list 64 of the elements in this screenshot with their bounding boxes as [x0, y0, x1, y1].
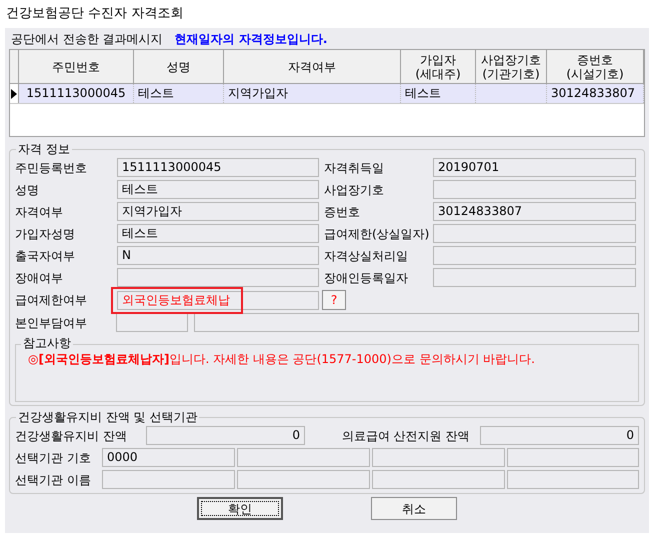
- dialog-button[interactable]: 취소: [371, 497, 457, 520]
- help-button[interactable]: ?: [322, 290, 346, 310]
- result-message: 현재일자의 자격정보입니다.: [174, 31, 328, 48]
- text-field[interactable]: [117, 268, 319, 287]
- window-title: 건강보험공단 수진자 자격조회: [5, 5, 184, 23]
- field-label: 장애인등록일자: [323, 270, 409, 286]
- text-field[interactable]: [237, 448, 370, 467]
- field-label: 본인부담여부: [15, 314, 88, 332]
- text-field[interactable]: [433, 180, 636, 199]
- text-field[interactable]: [372, 470, 505, 489]
- text-field[interactable]: 0000: [102, 448, 235, 467]
- field-label: 의료급여 산전지원 잔액: [340, 428, 471, 444]
- column-header: 성명: [134, 50, 224, 83]
- column-header: 주민번호: [19, 50, 134, 83]
- text-field[interactable]: [116, 313, 188, 332]
- dialog-button[interactable]: 확인: [197, 497, 283, 520]
- text-field[interactable]: 30124833807: [433, 202, 636, 221]
- notes-text: ◎[외국인등보험료체납자]입니다. 자세한 내용은 공단(1577-1000)으로 문의하시기 바랍니다.: [28, 352, 535, 366]
- table-cell: 지역가입자: [228, 86, 288, 100]
- table-cell: 테스트: [405, 86, 441, 100]
- field-label: 급여제한(상실일자): [323, 226, 430, 242]
- field-label: 장애여부: [15, 270, 64, 286]
- field-label: 선택기관 기호: [15, 450, 92, 466]
- field-label: 사업장기호: [323, 182, 385, 198]
- group-title: 참고사항: [21, 335, 73, 351]
- field-label: 건강생활유지비 잔액: [15, 428, 128, 444]
- text-field[interactable]: [507, 448, 639, 467]
- table-cell: 30124833807: [551, 86, 635, 100]
- field-label: 출국자여부: [15, 248, 76, 264]
- text-field[interactable]: [507, 470, 639, 489]
- text-field[interactable]: [102, 470, 235, 489]
- column-header: 자격여부: [224, 50, 401, 83]
- text-field[interactable]: 0: [480, 426, 640, 445]
- group-title: 건강생활유지비 잔액 및 선택기관: [16, 409, 200, 425]
- table-cell: 테스트: [138, 86, 174, 100]
- text-field[interactable]: [237, 470, 370, 489]
- text-field[interactable]: [372, 448, 505, 467]
- field-label: 자격여부: [15, 204, 64, 220]
- field-label: 자격상실처리일: [323, 248, 409, 264]
- column-header: 가입자 (세대주): [401, 50, 476, 83]
- field-label: 성명: [15, 182, 40, 198]
- column-header: 사업장기호 (기관기호): [476, 50, 547, 83]
- text-field[interactable]: 1511113000045: [117, 158, 319, 177]
- text-field[interactable]: 20190701: [433, 158, 636, 177]
- field-label: 급여제한여부: [15, 292, 88, 309]
- field-label: 주민등록번호: [15, 160, 88, 176]
- text-field[interactable]: 테스트: [117, 180, 319, 199]
- group-title: 자격 정보: [16, 141, 72, 157]
- field-label: 자격취득일: [323, 160, 385, 176]
- field-label: 선택기관 이름: [15, 472, 92, 488]
- field-label: 증번호: [323, 204, 361, 220]
- text-field[interactable]: 테스트: [117, 224, 319, 243]
- table-cell: 1511113000045: [26, 86, 126, 100]
- field-label: 공단에서 전송한 결과메시지: [10, 31, 163, 48]
- text-field[interactable]: [433, 246, 636, 265]
- text-field[interactable]: 0: [146, 426, 306, 445]
- text-field[interactable]: 지역가입자: [117, 202, 319, 221]
- column-header: 증번호 (시설기호): [547, 50, 644, 83]
- text-field[interactable]: N: [117, 246, 319, 265]
- field-label: 가입자성명: [15, 226, 76, 242]
- text-field[interactable]: [433, 268, 636, 287]
- text-field[interactable]: [433, 224, 636, 243]
- text-field[interactable]: [194, 313, 639, 332]
- row-pointer-icon: [11, 88, 17, 98]
